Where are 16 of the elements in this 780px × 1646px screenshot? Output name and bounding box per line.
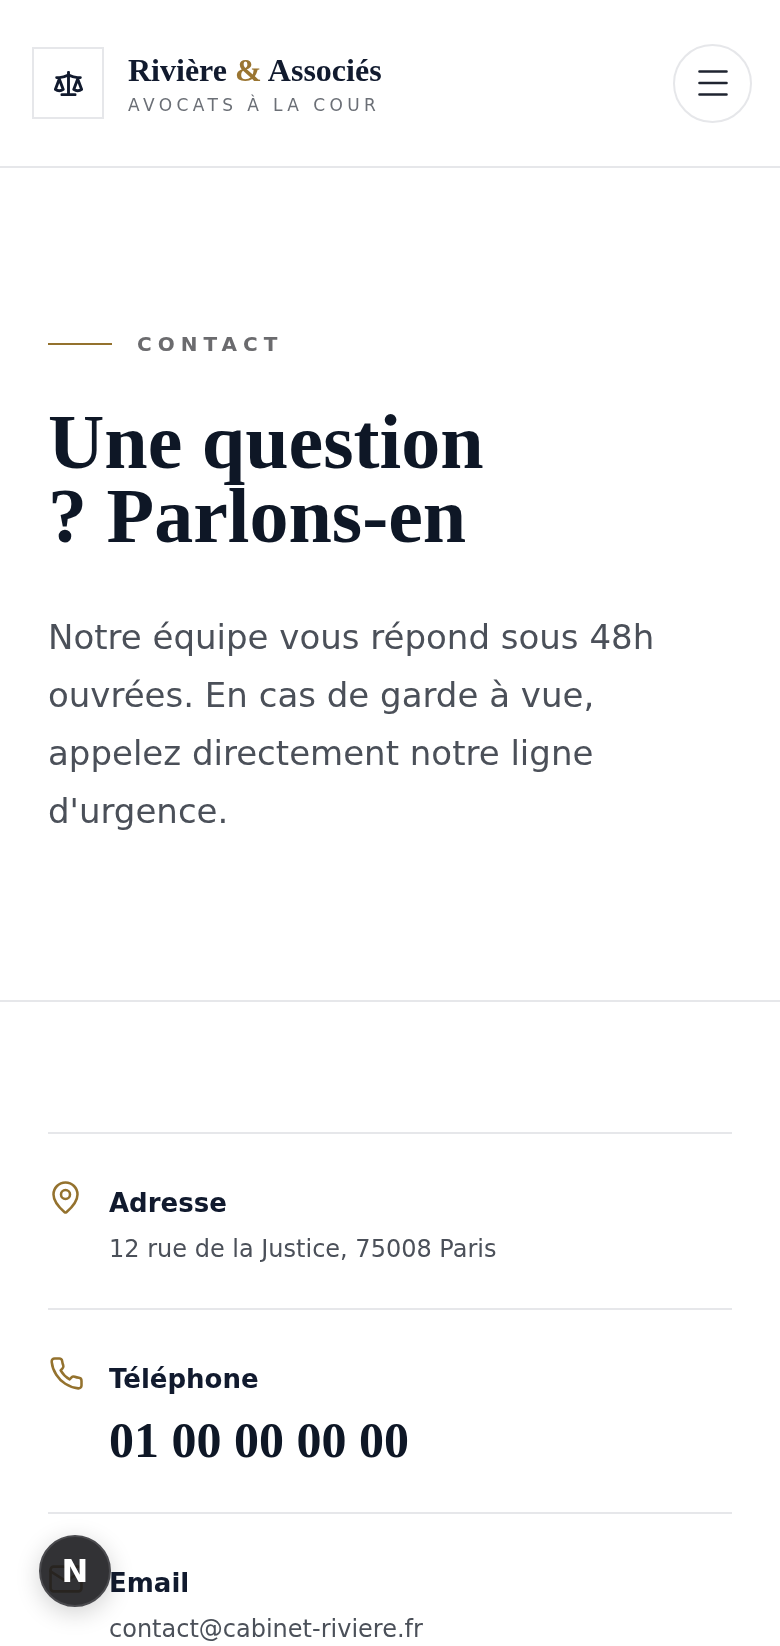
contact-label: Adresse	[109, 1187, 227, 1220]
contact-label: Téléphone	[109, 1363, 259, 1396]
phone-link[interactable]: 01 00 00 00 00	[109, 1410, 409, 1470]
scales-logo-icon	[32, 47, 104, 119]
contact-label: Email	[109, 1567, 190, 1600]
address-text: 12 rue de la Justice, 75008 Paris	[109, 1234, 497, 1265]
phone-icon	[50, 1357, 83, 1390]
map-pin-icon	[52, 1181, 79, 1214]
menu-icon	[697, 70, 728, 96]
brand-name: Rivière & Associés	[128, 52, 382, 88]
page-heading: Une question ? Parlons-en	[48, 405, 485, 553]
section-eyebrow: CONTACT	[137, 332, 284, 356]
brand-tagline: AVOCATS À LA COUR	[128, 94, 381, 116]
email-link[interactable]: contact@cabinet-riviere.fr	[109, 1612, 423, 1646]
intro-paragraph: Notre équipe vous répond sous 48h ouvrées. En cas de garde à vue, appelez directement notre ligne d'urgence.	[48, 616, 656, 833]
dev-tools-button[interactable]: N	[39, 1535, 111, 1607]
